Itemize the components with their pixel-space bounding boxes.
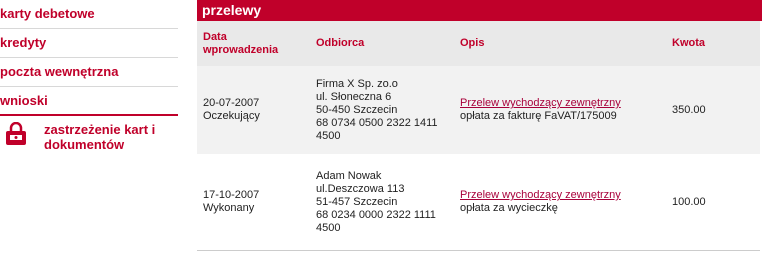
- sidebar-subitem-zastrzezenie[interactable]: zastrzeżenie kart i dokumentów: [0, 116, 178, 166]
- sidebar-item-wnioski[interactable]: wnioski: [0, 87, 178, 116]
- main-content: przelewy Data wprowadzenia Odbiorca Opis…: [197, 0, 762, 260]
- transfers-table: Data wprowadzenia Odbiorca Opis Kwota 20…: [197, 21, 760, 251]
- lock-icon: [6, 122, 26, 145]
- recipient-name: Adam Nowak: [316, 169, 382, 182]
- sidebar: karty debetowe kredyty poczta wewnętrzna…: [0, 0, 178, 260]
- description-cell: Przelew wychodzący zewnętrzny opłata za …: [454, 154, 666, 251]
- column-header-amount: Kwota: [666, 21, 760, 66]
- transfer-status: Oczekujący: [203, 110, 260, 122]
- sidebar-subitem-label[interactable]: zastrzeżenie kart i dokumentów: [44, 122, 178, 152]
- table-row: 17-10-2007 Wykonany Adam Nowak ul.Deszcz…: [197, 154, 760, 251]
- recipient-cell: Adam Nowak ul.Deszczowa 113 51-457 Szcze…: [310, 154, 454, 251]
- sidebar-item-karty-debetowe[interactable]: karty debetowe: [0, 0, 178, 29]
- recipient-cell: Firma X Sp. zo.o ul. Słoneczna 6 50-450 …: [310, 66, 454, 154]
- column-header-description: Opis: [454, 21, 666, 66]
- table-row: 20-07-2007 Oczekujący Firma X Sp. zo.o u…: [197, 66, 760, 154]
- recipient-city: 51-457 Szczecin: [316, 195, 398, 208]
- recipient-street: ul.Deszczowa 113: [316, 182, 405, 195]
- recipient-account: 68 0734 0500 2322 1411: [316, 116, 438, 129]
- column-header-recipient: Odbiorca: [310, 21, 454, 66]
- recipient-street: ul. Słoneczna 6: [316, 90, 392, 103]
- recipient-city: 50-450 Szczecin: [316, 103, 398, 116]
- transfer-detail-link[interactable]: Przelew wychodzący zewnętrzny: [460, 97, 660, 110]
- description-cell: Przelew wychodzący zewnętrzny opłata za …: [454, 66, 666, 154]
- amount-cell: 100.00: [666, 154, 760, 251]
- recipient-account: 68 0234 0000 2322 1111: [316, 208, 436, 221]
- sidebar-item-kredyty[interactable]: kredyty: [0, 29, 178, 58]
- transfer-note: opłata za fakturę FaVAT/175009: [460, 110, 617, 122]
- recipient-name: Firma X Sp. zo.o: [316, 77, 398, 90]
- sidebar-item-poczta-wewnetrzna[interactable]: poczta wewnętrzna: [0, 58, 178, 87]
- date-cell: 20-07-2007 Oczekujący: [197, 66, 310, 154]
- recipient-account-suffix: 4500: [316, 221, 341, 234]
- section-title: przelewy: [197, 0, 762, 21]
- transfer-status: Wykonany: [203, 202, 255, 214]
- transfer-date: 17-10-2007: [203, 189, 260, 201]
- transfer-note: opłata za wycieczkę: [460, 202, 558, 214]
- amount-cell: 350.00: [666, 66, 760, 154]
- column-header-date: Data wprowadzenia: [197, 21, 310, 66]
- transfer-date: 20-07-2007: [203, 97, 260, 109]
- recipient-account-suffix: 4500: [316, 129, 341, 142]
- date-cell: 17-10-2007 Wykonany: [197, 154, 310, 251]
- transfer-detail-link[interactable]: Przelew wychodzący zewnętrzny: [460, 189, 660, 202]
